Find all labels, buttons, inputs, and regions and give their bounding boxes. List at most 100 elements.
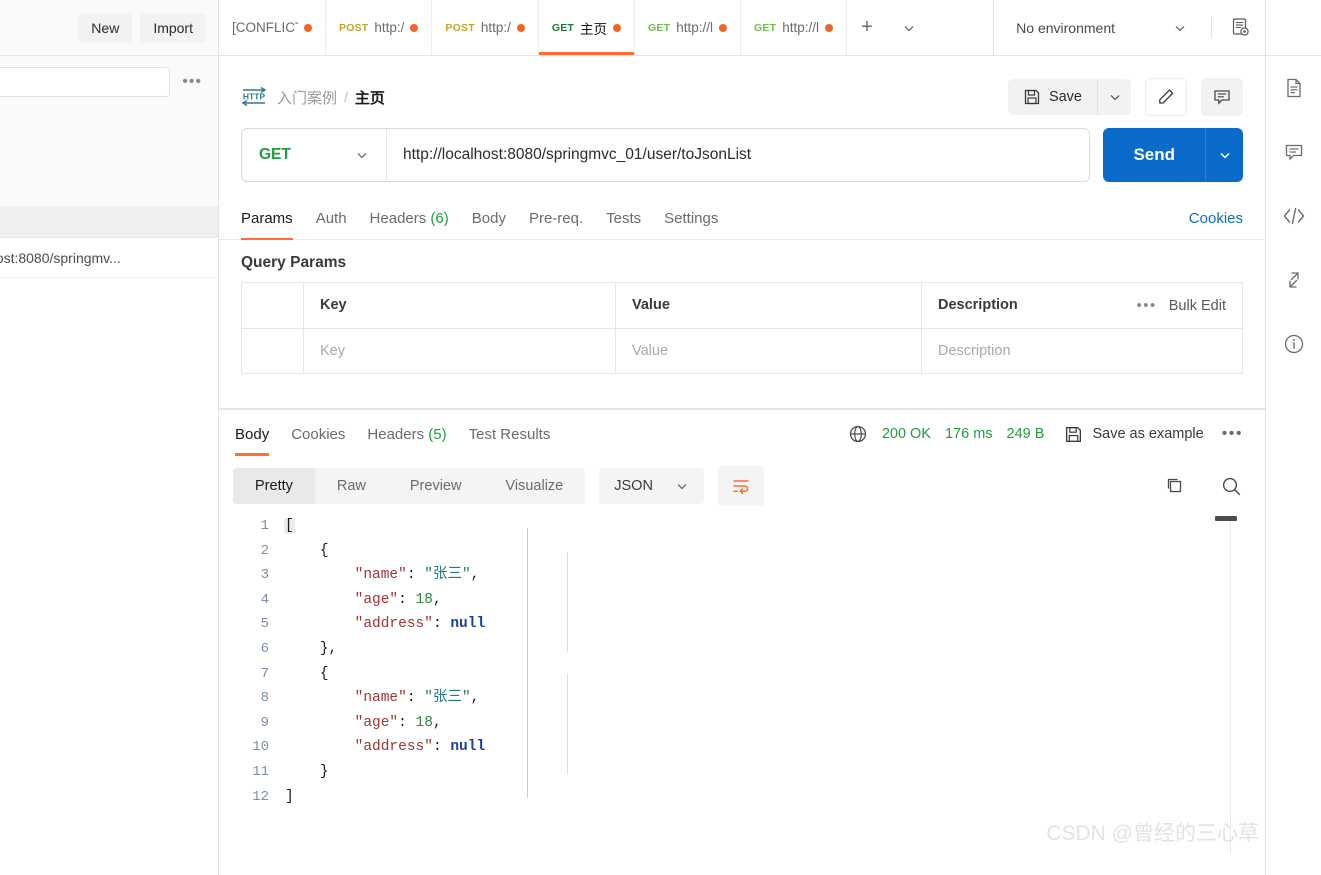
view-raw[interactable]: Raw: [315, 468, 388, 504]
tab-params[interactable]: Params: [241, 210, 293, 240]
chevron-down-icon[interactable]: [1097, 79, 1131, 115]
cookies-link[interactable]: Cookies: [1189, 210, 1243, 239]
postman-window: New Import ••• host:8080/springmv... [CO…: [0, 0, 1321, 875]
indent-guide-level-2a: [567, 552, 568, 652]
line-number: 2: [260, 542, 269, 559]
tab-body[interactable]: Body: [472, 210, 506, 239]
tab-get-2[interactable]: GET http://l: [741, 0, 847, 55]
tab-label: Settings: [664, 210, 719, 227]
environment-quicklook-icon[interactable]: [1211, 17, 1251, 38]
send-button[interactable]: Send: [1103, 128, 1205, 182]
response-scrollbar-track[interactable]: [1230, 514, 1231, 854]
breadcrumb-parent[interactable]: 入门案例: [277, 87, 337, 108]
response-format-selector[interactable]: JSON: [599, 468, 704, 504]
wrap-lines-icon[interactable]: [717, 466, 764, 506]
line-number: 11: [252, 763, 269, 780]
view-pretty[interactable]: Pretty: [233, 468, 315, 504]
param-description-input[interactable]: Description: [922, 329, 1242, 373]
column-header-key: Key: [304, 283, 616, 328]
tab-conflict[interactable]: [CONFLICT: [219, 0, 326, 55]
param-value-input[interactable]: Value: [616, 329, 922, 373]
row-checkbox-cell[interactable]: [242, 329, 304, 373]
param-key-input[interactable]: Key: [304, 329, 616, 373]
tab-post-1[interactable]: POST http:/: [326, 0, 433, 55]
response-view-switcher: Pretty Raw Preview Visualize: [233, 468, 586, 504]
split-arrows-icon[interactable]: [1266, 248, 1321, 312]
rail-top-slot: [1266, 0, 1321, 56]
send-options-chevron-down-icon[interactable]: [1205, 128, 1243, 182]
code-line: 5 "address": null: [233, 612, 1265, 637]
line-number: 10: [252, 739, 269, 756]
sidebar-request-item[interactable]: host:8080/springmv...: [0, 238, 218, 278]
tab-auth[interactable]: Auth: [316, 210, 347, 239]
response-body-editor[interactable]: 1[2 {3 "name": "张三", 4 "age": 18, 5 "addre…: [219, 514, 1265, 854]
svg-text:HTTP: HTTP: [243, 92, 266, 102]
import-button[interactable]: Import: [140, 12, 206, 43]
sidebar-search-input[interactable]: [0, 67, 171, 97]
sidebar-search-row: •••: [0, 56, 218, 108]
code-icon[interactable]: [1266, 184, 1321, 248]
tab-post-2[interactable]: POST http:/: [432, 0, 539, 55]
more-horizontal-icon[interactable]: •••: [178, 74, 206, 90]
response-scrollbar-thumb[interactable]: [1215, 516, 1237, 521]
url-input[interactable]: [387, 129, 1090, 181]
left-sidebar: New Import ••• host:8080/springmv...: [0, 0, 219, 875]
environment-label: No environment: [1016, 19, 1115, 36]
unsaved-dot-icon: [516, 23, 525, 32]
tab-get-1[interactable]: GET http://l: [635, 0, 741, 55]
documentation-icon[interactable]: [1266, 56, 1321, 120]
tab-prerequest[interactable]: Pre-req.: [529, 210, 583, 239]
select-all-cell[interactable]: [242, 283, 304, 328]
pencil-icon[interactable]: [1145, 78, 1187, 116]
search-icon[interactable]: [1220, 475, 1243, 498]
plus-icon[interactable]: +: [847, 0, 887, 55]
info-icon[interactable]: [1266, 312, 1321, 376]
bulk-edit-button[interactable]: ••• Bulk Edit: [1121, 283, 1243, 328]
view-visualize[interactable]: Visualize: [483, 468, 585, 504]
tab-label: Auth: [315, 210, 347, 227]
tab-response-headers[interactable]: Headers (5): [367, 426, 446, 455]
comment-icon[interactable]: [1266, 120, 1321, 184]
new-button[interactable]: New: [78, 12, 133, 43]
copy-icon[interactable]: [1164, 475, 1186, 497]
tab-response-body[interactable]: Body: [235, 426, 270, 456]
code-line: 10 "address": null: [233, 735, 1265, 760]
column-header-value: Value: [616, 283, 922, 328]
tab-response-cookies[interactable]: Cookies: [291, 426, 345, 455]
table-row[interactable]: Key Value Description: [242, 328, 1242, 373]
response-time: 176 ms: [944, 426, 993, 442]
tab-label: Headers: [369, 210, 427, 227]
status-badge: 200 OK: [881, 426, 931, 442]
sidebar-group-header[interactable]: [0, 206, 218, 238]
view-preview[interactable]: Preview: [388, 468, 484, 504]
tab-headers[interactable]: Headers (6): [370, 210, 449, 239]
environment-selector[interactable]: No environment: [1012, 20, 1191, 36]
line-number: 4: [260, 591, 269, 608]
code-text: {: [319, 542, 329, 559]
comment-icon[interactable]: [1201, 78, 1243, 116]
tab-active-zhuye[interactable]: GET 主页: [538, 0, 636, 55]
more-horizontal-icon[interactable]: •••: [1218, 425, 1243, 443]
method-selector[interactable]: GET: [242, 129, 387, 181]
code-text: "name": "张三",: [354, 567, 480, 584]
tab-label: Tests: [606, 210, 642, 227]
chevron-down-icon[interactable]: [887, 0, 931, 55]
save-button[interactable]: Save: [1007, 79, 1097, 115]
request-tabs: Params Auth Headers (6) Body Pre-req. Te…: [219, 194, 1265, 240]
bulk-edit-label: Bulk Edit: [1168, 297, 1226, 314]
line-number: 12: [252, 788, 269, 805]
tab-tests[interactable]: Tests: [606, 210, 641, 239]
floppy-disk-icon: [1064, 425, 1083, 444]
tab-test-results[interactable]: Test Results: [469, 426, 551, 455]
tab-method-label: GET: [648, 21, 671, 34]
sidebar-collection-area: [0, 108, 218, 206]
tab-label: http://l: [676, 20, 713, 35]
more-horizontal-icon[interactable]: •••: [1137, 297, 1157, 314]
unsaved-dot-icon: [613, 23, 622, 32]
save-as-example-button[interactable]: Save as example: [1064, 425, 1204, 444]
sidebar-top-actions: New Import: [0, 0, 218, 56]
code-text: "name": "张三",: [354, 690, 480, 707]
line-number: 5: [260, 616, 269, 633]
tab-bar: [CONFLICT POST http:/ POST http:/ GET 主页…: [219, 0, 1265, 56]
tab-settings[interactable]: Settings: [664, 210, 718, 239]
